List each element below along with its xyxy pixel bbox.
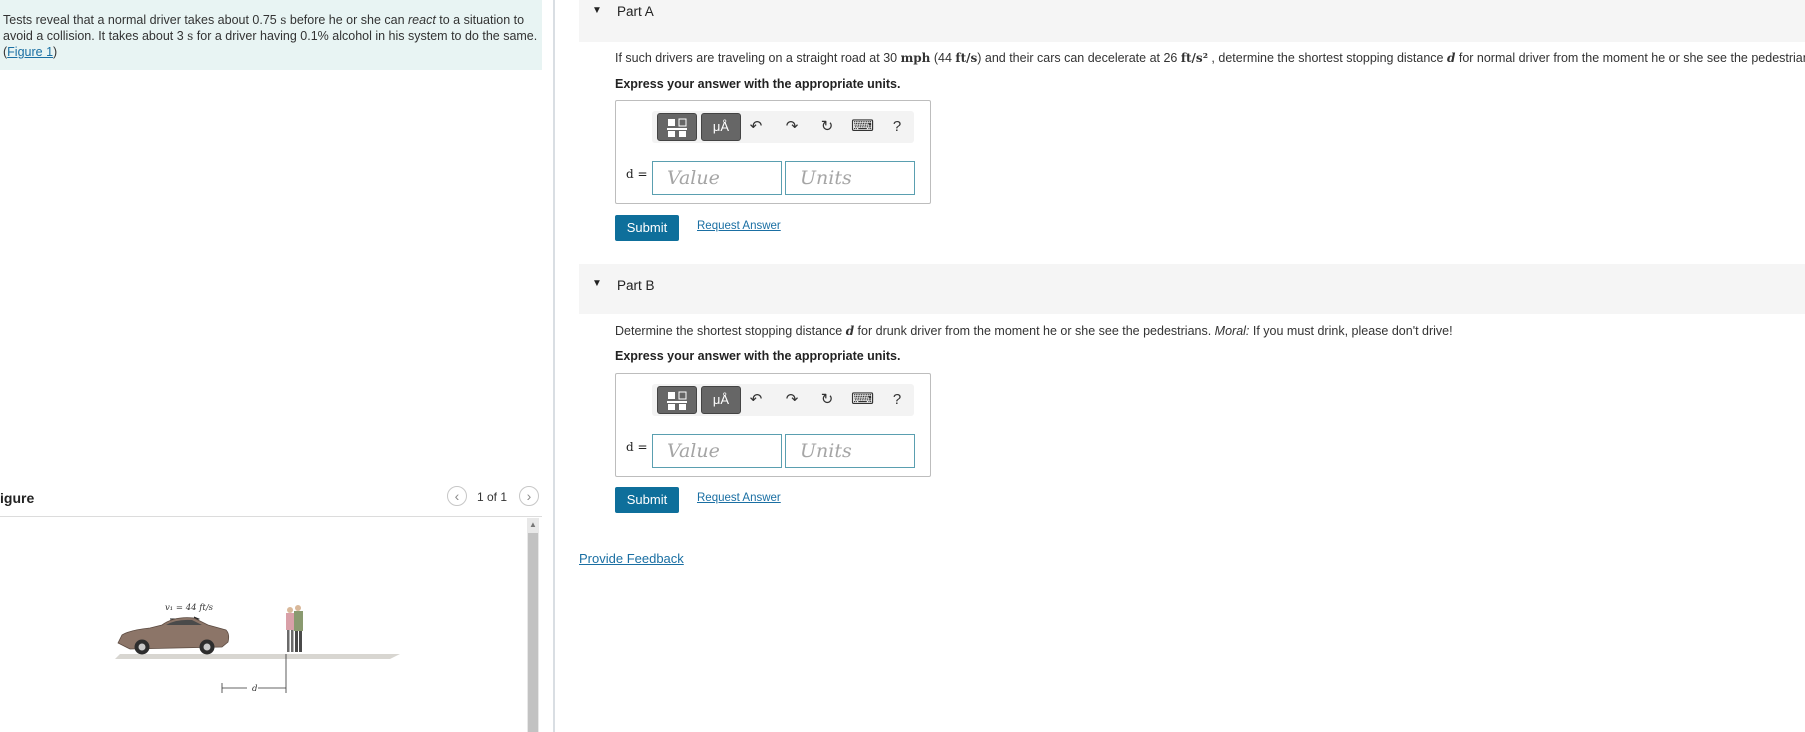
distance-label: d [252,684,258,694]
part-a-instruction: Express your answer with the appropriate… [615,77,901,91]
right-pane: ▼ Part A If such drivers are traveling o… [555,0,1805,732]
part-a-submit-button[interactable]: Submit [615,215,679,241]
variable-d: d [845,324,855,338]
units-button[interactable]: μÅ [701,386,741,414]
intro-text: to a situation to [435,13,525,27]
question-text: ) and their cars can decelerate at 26 [977,51,1181,65]
car-pedestrian-diagram: v₁ = 44 ft/s d [115,603,400,694]
part-b-header[interactable]: ▼ Part B [579,264,1805,314]
figure-link-paren: ) [53,45,58,59]
help-button[interactable]: ? [886,117,908,137]
problem-statement: Tests reveal that a normal driver takes … [0,0,542,70]
part-b-question: Determine the shortest stopping distance… [615,324,1453,338]
figure-scrollbar-thumb[interactable] [528,533,538,732]
moral-emphasis: Moral: [1214,324,1250,338]
car-icon [117,617,230,655]
intro-text: Tests reveal that a normal driver takes … [3,13,281,27]
question-text: If such drivers are traveling on a strai… [615,51,901,65]
units-button[interactable]: μÅ [701,113,741,141]
unit-fts: ft/s [955,51,978,65]
figure-illustration: v₁ = 44 ft/s d [110,592,410,702]
velocity-label: v₁ = 44 ft/s [165,603,214,613]
undo-icon[interactable]: ↶ [745,117,767,137]
part-b-label: Part B [617,278,655,293]
chevron-left-icon[interactable]: ‹ [447,486,467,506]
figure-page-count: 1 of 1 [477,490,508,504]
d-equals-label: d = [626,167,648,181]
part-b-instruction: Express your answer with the appropriate… [615,349,901,363]
scroll-up-arrow-icon[interactable]: ▲ [528,519,538,531]
keyboard-icon[interactable]: ⌨ [851,390,874,410]
reset-icon[interactable]: ↻ [816,117,838,137]
part-b-answer-box: μÅ ↶ ↷ ↻ ⌨ ? d = [615,373,931,477]
chevron-right-icon[interactable]: › [519,486,539,506]
intro-text: before he or she can [286,13,409,27]
question-text: , determine the shortest stopping distan… [1207,51,1447,65]
part-b-submit-button[interactable]: Submit [615,487,679,513]
pedestrians-icon [286,605,303,652]
intro-text: avoid a collision. It takes about 3 [3,29,188,43]
unit-mph: mph [900,51,931,65]
collapse-caret-icon[interactable]: ▼ [592,5,602,16]
intro-text: for a driver having 0.1% alcohol in his … [193,29,538,43]
units-input[interactable] [785,161,915,195]
part-a-question: If such drivers are traveling on a strai… [615,51,1805,65]
part-a-answer-box: μÅ ↶ ↷ ↻ ⌨ ? d = [615,100,931,204]
question-text: Determine the shortest stopping distance [615,324,846,338]
road [115,654,400,659]
templates-icon[interactable] [657,113,697,141]
part-a-label: Part A [617,4,654,19]
value-input[interactable] [652,161,782,195]
question-text: If you must drink, please don't drive! [1249,324,1453,338]
math-toolbar: μÅ ↶ ↷ ↻ ⌨ ? [652,111,914,143]
keyboard-icon[interactable]: ⌨ [851,117,874,137]
d-equals-label: d = [626,440,648,454]
redo-icon[interactable]: ↷ [781,390,803,410]
react-emphasis: react [408,13,436,27]
help-button[interactable]: ? [886,390,908,410]
part-a-request-answer-link[interactable]: Request Answer [697,220,781,232]
redo-icon[interactable]: ↷ [781,117,803,137]
figure-header: igure ‹ 1 of 1 › [0,486,542,517]
units-input[interactable] [785,434,915,468]
value-input[interactable] [652,434,782,468]
templates-icon[interactable] [657,386,697,414]
math-toolbar: μÅ ↶ ↷ ↻ ⌨ ? [652,384,914,416]
provide-feedback-link[interactable]: Provide Feedback [579,551,684,566]
question-text: for drunk driver from the moment he or s… [854,324,1215,338]
figure-link[interactable]: Figure 1 [7,45,53,59]
question-text: for normal driver from the moment he or … [1455,51,1805,65]
part-b-request-answer-link[interactable]: Request Answer [697,492,781,504]
undo-icon[interactable]: ↶ [745,390,767,410]
unit-fts2: ft/s² [1180,51,1208,65]
reset-icon[interactable]: ↻ [816,390,838,410]
collapse-caret-icon[interactable]: ▼ [592,278,602,289]
figure-title: igure [0,490,35,506]
part-a-header[interactable]: ▼ Part A [579,0,1805,42]
question-text: (44 [930,51,956,65]
left-pane: Tests reveal that a normal driver takes … [0,0,554,732]
